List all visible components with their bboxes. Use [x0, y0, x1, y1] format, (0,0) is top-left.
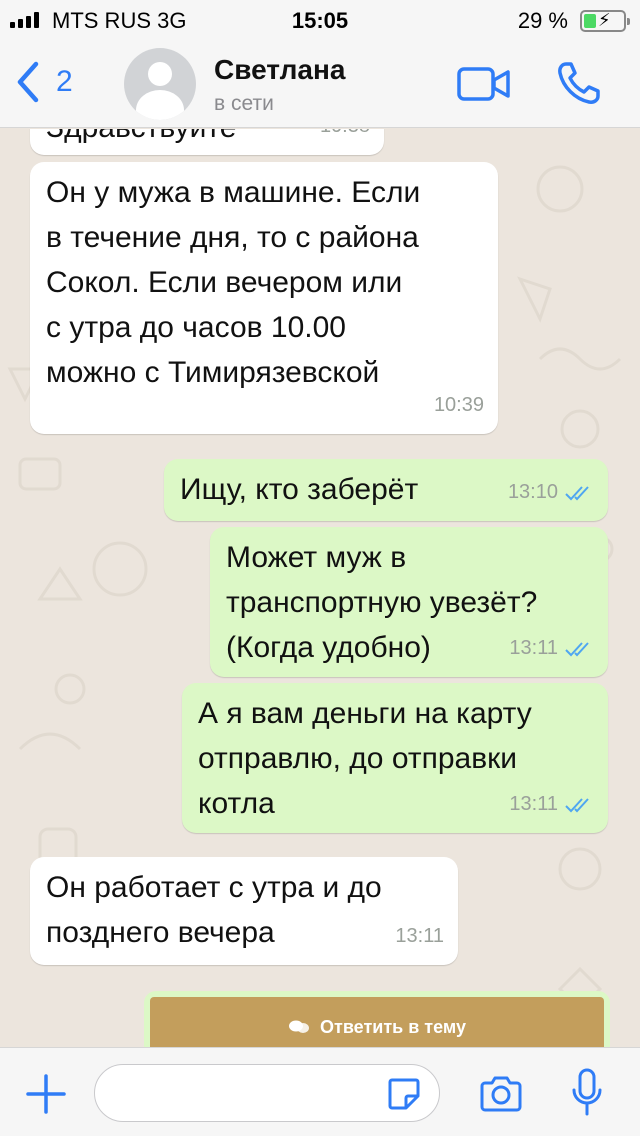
message-time: 10:39 [433, 394, 484, 416]
reply-banner: Ответить в тему [144, 991, 610, 1047]
double-check-icon [565, 641, 589, 656]
message-incoming[interactable]: Здравствуйте 10:38 [30, 129, 384, 155]
back-button[interactable]: 2 [14, 60, 73, 104]
input-bar [0, 1047, 640, 1136]
message-incoming[interactable]: Он работает с утра и до позднего вечера … [30, 857, 458, 965]
status-bar: MTS RUS 3G 15:05 29 % ⚡ [0, 0, 640, 40]
battery-icon: ⚡ [580, 10, 630, 32]
avatar[interactable] [124, 48, 196, 120]
plus-icon[interactable] [26, 1074, 66, 1114]
reply-in-thread-button[interactable]: Ответить в тему [150, 997, 604, 1047]
message-outgoing[interactable]: А я вам деньги на карту отправлю, до отп… [182, 683, 608, 833]
sticker-icon[interactable] [386, 1076, 422, 1112]
message-time: 13:11 [509, 637, 558, 659]
message-incoming[interactable]: Он у мужа в машине. Если в течение дня, … [30, 162, 498, 434]
message-time: 10:38 [320, 129, 370, 149]
message-text: Он у мужа в машине. Если в течение дня, … [46, 176, 421, 389]
message-outgoing[interactable]: Ищу, кто заберёт 13:10 [164, 459, 608, 521]
chat-bubbles-icon [289, 1020, 310, 1033]
message-time: 13:11 [395, 925, 444, 947]
video-call-icon[interactable] [456, 64, 512, 104]
double-check-icon [565, 797, 589, 812]
double-check-icon [565, 485, 589, 500]
back-chevron-icon [17, 61, 39, 103]
message-text: Он работает с утра и до позднего вечера [46, 871, 382, 949]
unread-count: 2 [56, 65, 73, 98]
message-time: 13:10 [507, 481, 558, 503]
message-outgoing[interactable]: Может муж в транспортную увезёт? (Когда … [210, 527, 608, 677]
camera-icon[interactable] [478, 1074, 524, 1114]
message-time: 13:11 [509, 793, 558, 815]
phone-icon[interactable] [556, 60, 602, 106]
battery-percent: 29 % [517, 8, 568, 33]
reply-in-thread-label: Ответить в тему [320, 1016, 466, 1037]
contact-status: в сети [214, 92, 274, 115]
contact-name[interactable]: Светлана [214, 54, 345, 86]
microphone-icon[interactable] [570, 1068, 604, 1118]
chat-area[interactable]: Здравствуйте 10:38 Он у мужа в машине. Е… [0, 129, 640, 1047]
chat-header: 2 Светлана в сети [0, 40, 640, 128]
